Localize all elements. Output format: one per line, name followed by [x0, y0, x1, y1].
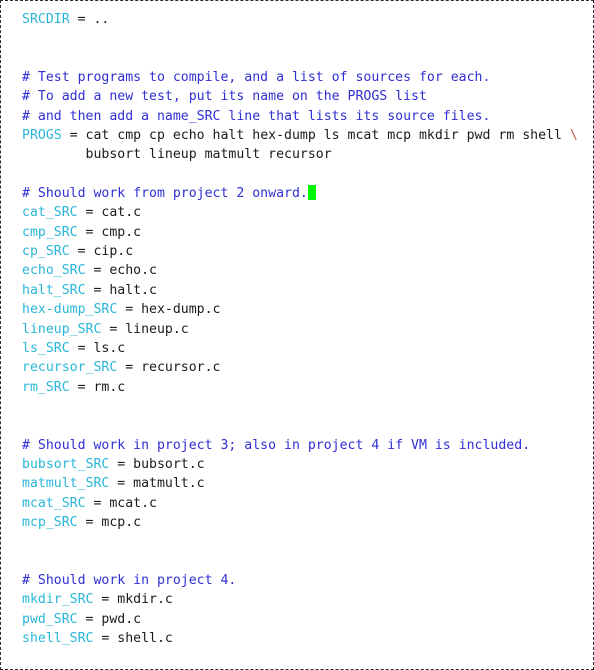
code-token-comment: # Should work in project 4.	[22, 572, 237, 588]
code-token-var: bubsort_SRC	[22, 456, 110, 472]
code-token-comment: # and then add a name_SRC line that list…	[22, 108, 491, 124]
code-line[interactable]: cmp_SRC = cmp.c	[22, 223, 587, 242]
code-token-plain: = ls.c	[69, 340, 126, 356]
code-token-comment: # To add a new test, put its name on the…	[22, 89, 427, 105]
code-line[interactable]	[22, 416, 587, 435]
code-line[interactable]: mkdir_SRC = mkdir.c	[22, 590, 587, 609]
code-line[interactable]	[22, 552, 587, 571]
code-line[interactable]: matmult_SRC = matmult.c	[22, 474, 587, 493]
code-token-var: mcp_SRC	[22, 514, 78, 530]
code-line[interactable]: hex-dump_SRC = hex-dump.c	[22, 300, 587, 319]
code-token-var: shell_SRC	[22, 631, 94, 646]
code-line[interactable]	[22, 532, 587, 551]
code-token-var: cp_SRC	[22, 244, 70, 260]
code-line[interactable]: PROGS = cat cmp cp echo halt hex-dump ls…	[22, 126, 587, 145]
code-token-var: echo_SRC	[22, 263, 86, 279]
code-token-plain: = cat cmp cp echo halt hex-dump ls mcat …	[61, 128, 570, 144]
code-token-comment: # Should work in project 3; also in proj…	[22, 437, 531, 453]
code-token-var: ls_SRC	[22, 340, 70, 356]
code-token-plain: = recursor.c	[117, 360, 221, 376]
code-token-var: mkdir_SRC	[22, 592, 94, 608]
code-token-plain: = mkdir.c	[93, 592, 173, 608]
code-line[interactable]: bubsort_SRC = bubsort.c	[22, 455, 587, 474]
code-line[interactable]: # Should work in project 4.	[22, 571, 587, 590]
code-token-plain: bubsort lineup matmult recursor	[22, 147, 332, 163]
code-token-plain: = halt.c	[85, 282, 157, 298]
code-token-plain: = echo.c	[85, 263, 157, 279]
code-line[interactable]	[22, 49, 587, 68]
code-area[interactable]: SRCDIR = .. # Test programs to compile, …	[22, 10, 587, 669]
code-token-comment: # Should work from project 2 onward.	[22, 186, 308, 202]
code-token-var: lineup_SRC	[22, 321, 102, 337]
code-token-var: recursor_SRC	[22, 360, 118, 376]
code-token-var: mcat_SRC	[22, 495, 86, 511]
code-line[interactable]: bubsort lineup matmult recursor	[22, 145, 587, 164]
code-line[interactable]: mcat_SRC = mcat.c	[22, 494, 587, 513]
makefile-source-viewer[interactable]: SRCDIR = .. # Test programs to compile, …	[0, 0, 594, 670]
code-token-plain: = hex-dump.c	[117, 302, 221, 318]
code-line[interactable]: SRCDIR = ..	[22, 10, 587, 29]
code-line[interactable]: # Test programs to compile, and a list o…	[22, 68, 587, 87]
code-line[interactable]: cp_SRC = cip.c	[22, 242, 587, 261]
code-token-comment: # Test programs to compile, and a list o…	[22, 70, 491, 86]
code-token-var: pwd_SRC	[22, 611, 78, 627]
code-token-var: halt_SRC	[22, 282, 86, 298]
code-token-plain: = pwd.c	[77, 611, 142, 627]
code-line[interactable]: # and then add a name_SRC line that list…	[22, 107, 587, 126]
code-token-plain: = ..	[69, 12, 110, 27]
code-token-plain: = cmp.c	[77, 224, 142, 240]
code-token-plain: = mcp.c	[77, 514, 142, 530]
code-line[interactable]: pwd_SRC = pwd.c	[22, 610, 587, 629]
code-token-plain: = rm.c	[69, 379, 126, 395]
code-line[interactable]: # Should work from project 2 onward.	[22, 184, 587, 203]
code-token-plain: = lineup.c	[101, 321, 189, 337]
code-token-plain: = matmult.c	[109, 476, 205, 492]
code-token-var: SRCDIR	[22, 12, 70, 27]
code-line[interactable]: rm_SRC = rm.c	[22, 378, 587, 397]
code-token-plain: = cat.c	[77, 205, 142, 221]
code-line[interactable]: # Should work in project 3; also in proj…	[22, 436, 587, 455]
code-line[interactable]: shell_SRC = shell.c	[22, 629, 587, 648]
code-token-plain: = cip.c	[69, 244, 134, 260]
code-token-var: cmp_SRC	[22, 224, 78, 240]
code-line[interactable]: cat_SRC = cat.c	[22, 203, 587, 222]
code-token-var: PROGS	[22, 128, 62, 144]
code-token-var: cat_SRC	[22, 205, 78, 221]
code-line[interactable]: lineup_SRC = lineup.c	[22, 320, 587, 339]
code-token-var: hex-dump_SRC	[22, 302, 118, 318]
code-line[interactable]: halt_SRC = halt.c	[22, 281, 587, 300]
code-line[interactable]	[22, 648, 587, 667]
code-line[interactable]	[22, 165, 587, 184]
code-line[interactable]	[22, 29, 587, 48]
code-token-plain: = bubsort.c	[109, 456, 205, 472]
text-cursor	[307, 185, 316, 201]
code-token-plain: = mcat.c	[85, 495, 157, 511]
code-line[interactable]: mcp_SRC = mcp.c	[22, 513, 587, 532]
code-token-var: rm_SRC	[22, 379, 70, 395]
code-token-cont: \	[569, 128, 578, 144]
code-line[interactable]	[22, 397, 587, 416]
code-line[interactable]: recursor_SRC = recursor.c	[22, 358, 587, 377]
code-line[interactable]: # To add a new test, put its name on the…	[22, 87, 587, 106]
code-line[interactable]: ls_SRC = ls.c	[22, 339, 587, 358]
code-line[interactable]: echo_SRC = echo.c	[22, 261, 587, 280]
code-token-plain: = shell.c	[93, 631, 173, 646]
code-token-var: matmult_SRC	[22, 476, 110, 492]
